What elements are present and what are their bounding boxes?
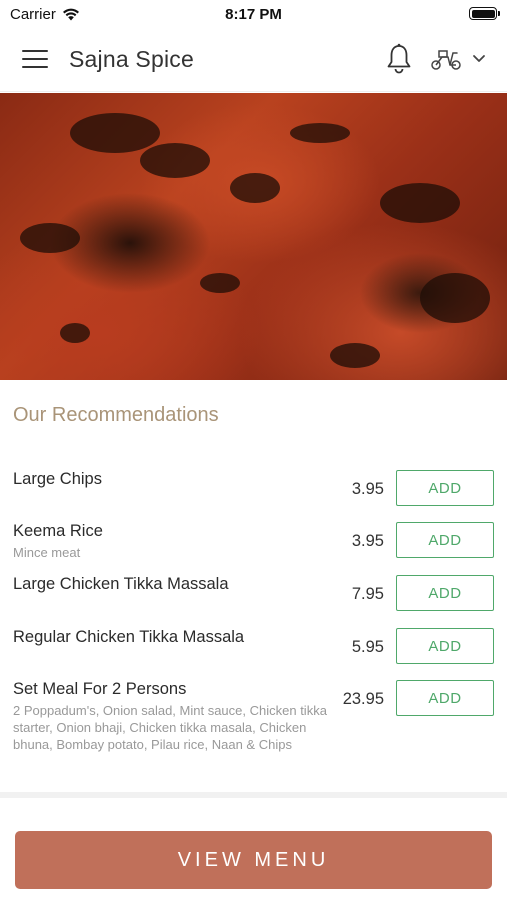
chevron-down-icon[interactable] (472, 53, 486, 65)
add-button[interactable]: ADD (396, 628, 494, 664)
status-bar: Carrier 8:17 PM (0, 0, 507, 28)
view-menu-button[interactable]: VIEW MENU (15, 831, 492, 889)
app-header: Sajna Spice (0, 28, 507, 92)
item-name: Regular Chicken Tikka Massala (13, 628, 245, 646)
section-divider (0, 792, 507, 798)
status-time: 8:17 PM (225, 6, 282, 23)
item-name: Keema Rice (13, 522, 103, 540)
item-price: 5.95 (351, 638, 384, 656)
item-price: 7.95 (351, 585, 384, 603)
item-name: Large Chicken Tikka Massala (13, 575, 229, 593)
add-button[interactable]: ADD (396, 470, 494, 506)
item-price: 3.95 (351, 480, 384, 498)
restaurant-title: Sajna Spice (69, 46, 194, 72)
item-name: Set Meal For 2 Persons (13, 680, 187, 698)
battery-icon (469, 7, 500, 20)
add-button[interactable]: ADD (396, 575, 494, 611)
bell-icon[interactable] (385, 43, 413, 75)
scooter-icon[interactable] (430, 47, 462, 71)
recommendations-section: Our Recommendations Large Chips 3.95 ADD… (0, 380, 507, 790)
add-button[interactable]: ADD (396, 680, 494, 716)
item-description: Mince meat (13, 545, 81, 560)
recommendations-title: Our Recommendations (13, 404, 219, 426)
item-name: Large Chips (13, 470, 102, 488)
item-price: 3.95 (351, 532, 384, 550)
item-price: 23.95 (342, 690, 384, 708)
menu-icon[interactable] (22, 50, 48, 70)
item-description: 2 Poppadum's, Onion salad, Mint sauce, C… (13, 703, 327, 752)
add-button[interactable]: ADD (396, 522, 494, 558)
hero-food-image (0, 93, 507, 380)
